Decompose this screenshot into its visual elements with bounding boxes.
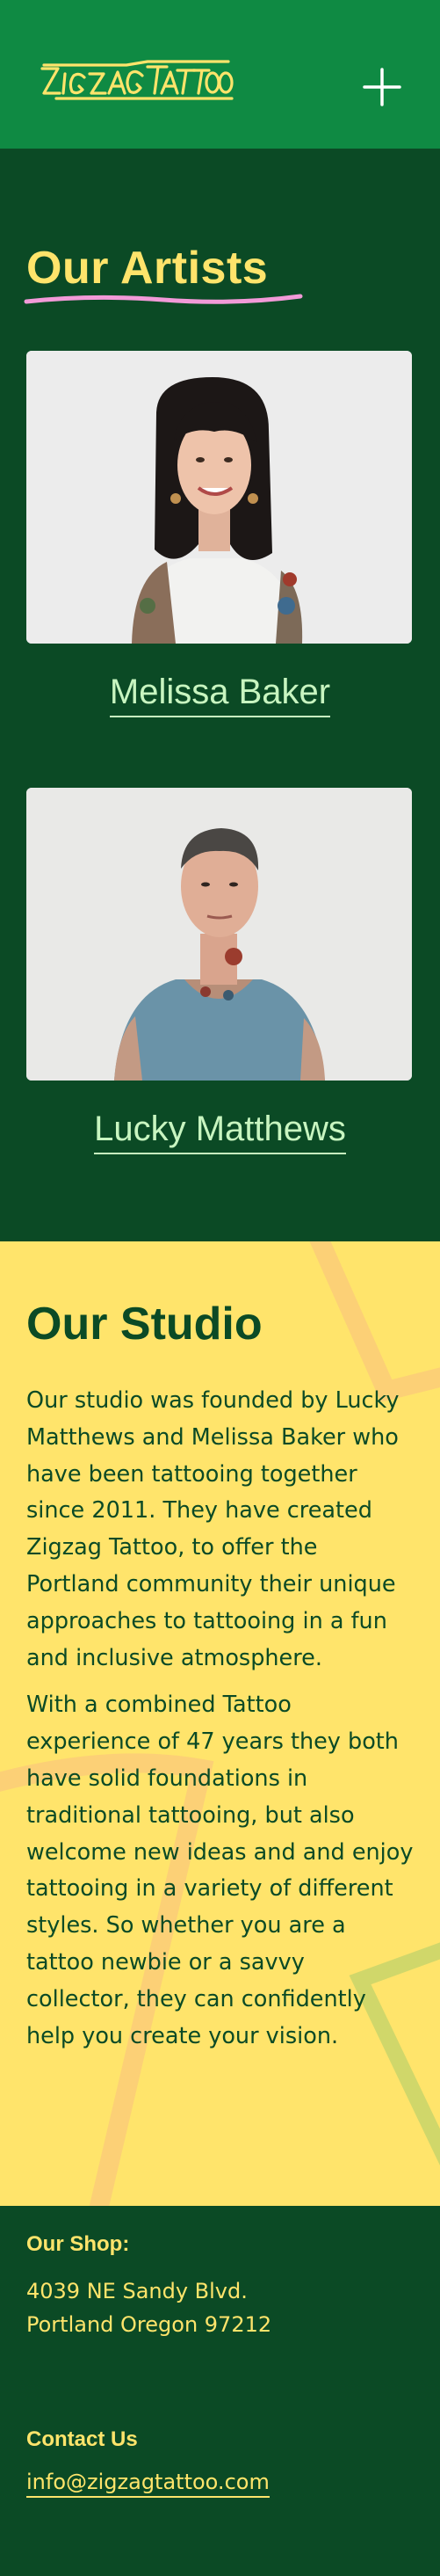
site-footer: Our Shop: 4039 NE Sandy Blvd. Portland O… [0,2206,440,2576]
artist-card: Lucky Matthews [26,788,414,1154]
shop-info: Our Shop: 4039 NE Sandy Blvd. Portland O… [26,2232,414,2341]
address-line: Portland Oregon 97212 [26,2312,272,2337]
section-title-studio: Our Studio [26,1299,263,1350]
plus-icon[interactable] [356,61,408,113]
site-header [0,0,440,149]
artist-name-link[interactable]: Melissa Baker [109,673,331,717]
shop-heading: Our Shop: [26,2232,130,2256]
artists-section: Our Artists Melissa Baker Lucky Matthews [0,149,440,1241]
artist-photo[interactable] [26,351,412,644]
contact-heading: Contact Us [26,2427,138,2451]
address-line: 4039 NE Sandy Blvd. [26,2279,248,2303]
contact-info: Contact Us info@zigzagtattoo.com [26,2427,414,2498]
artist-photo[interactable] [26,788,412,1081]
studio-section: Our Studio Our studio was founded by Luc… [0,1241,440,2206]
section-title-artists: Our Artists [24,242,303,304]
studio-paragraph: Our studio was founded by Lucky Matthews… [26,1387,400,1671]
studio-paragraph: With a combined Tattoo experience of 47 … [26,1692,414,2049]
email-link[interactable]: info@zigzagtattoo.com [26,2470,270,2498]
artist-name-link[interactable]: Lucky Matthews [94,1110,346,1154]
zigzag-tattoo-logo[interactable] [39,58,234,102]
shop-address: 4039 NE Sandy Blvd. Portland Oregon 9721… [26,2274,414,2341]
underline-decoration [24,294,303,304]
artist-card: Melissa Baker [26,351,414,717]
